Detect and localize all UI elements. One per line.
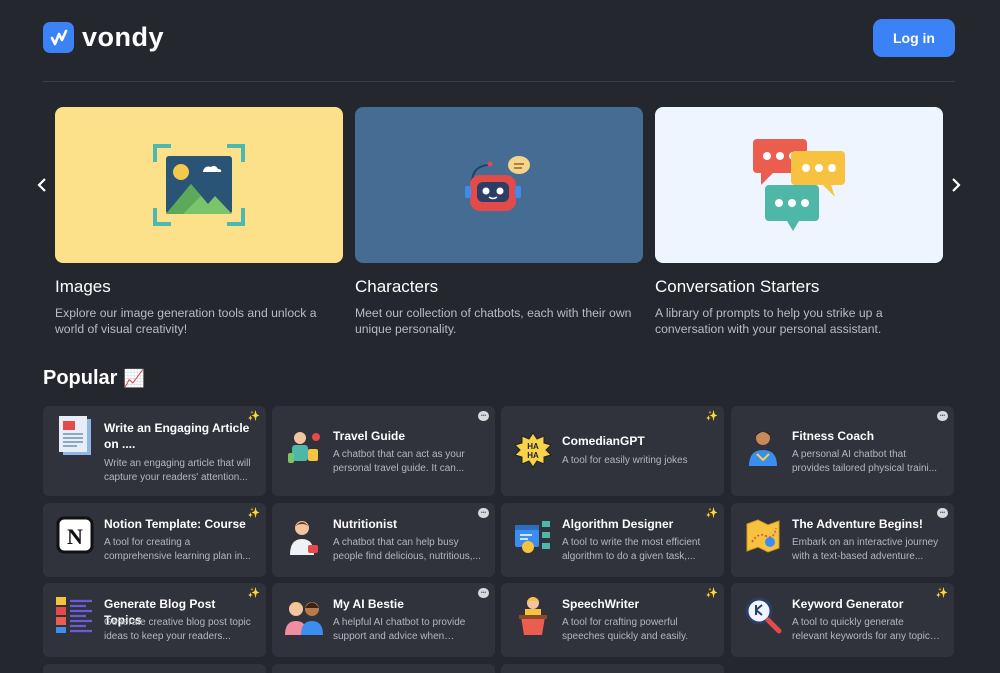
vondy-logo-icon [43,22,74,53]
category-card-characters[interactable]: Characters Meet our collection of chatbo… [355,107,643,337]
chart-increasing-icon: 📈 [123,368,145,388]
card-title: SpeechWriter [562,597,640,611]
card-title: Write an Engaging Article on .... [104,421,250,451]
header-divider [43,81,955,82]
sparkle-icon: ✨ [935,588,948,599]
category-description: A library of prompts to help you strike … [655,306,883,336]
category-description: Meet our collection of chatbots, each wi… [355,306,632,336]
tool-card[interactable]: Generate Blog Post Topics Generate creat… [43,583,266,657]
chat-bubble-icon: ••• [478,508,489,518]
vondy-logo[interactable]: vondy [43,22,164,53]
list-icon [55,595,95,635]
header: vondy Log in [43,18,955,60]
card-description: Write an engaging article that will capt… [104,458,251,483]
category-title: Images [55,277,111,296]
tool-card[interactable] [501,664,724,673]
card-description: A tool for easily writing jokes [562,455,688,466]
brand-name: vondy [82,22,165,52]
sparkle-icon: ✨ [705,508,718,519]
chat-bubble-icon: ••• [478,588,489,598]
notion-icon: N [55,515,95,555]
card-title: Nutritionist [333,517,397,531]
card-description: A tool for crafting powerful speeches qu… [562,617,688,642]
card-title: Algorithm Designer [562,517,674,531]
chat-bubble-icon: ••• [937,508,948,518]
category-description: Explore our image generation tools and u… [55,306,317,336]
keyword-search-icon [743,595,783,635]
tool-card[interactable]: Keyword Generator A tool to quickly gene… [731,583,954,657]
chat-bubble-icon: ••• [937,411,948,421]
sparkle-icon: ✨ [705,411,718,422]
chat-bubbles-icon [655,107,943,263]
algorithm-icon [513,517,553,557]
card-description: A chatbot that can act as your personal … [333,449,465,474]
tool-card[interactable]: Algorithm Designer A tool to write the m… [501,503,724,577]
card-description: Generate creative blog post topic ideas … [104,617,251,642]
card-description: A tool to quickly generate relevant keyw… [792,617,930,642]
card-description: A personal AI chatbot that provides tail… [792,449,938,474]
card-description: A helpful AI chatbot to provide support … [333,617,466,642]
map-icon [743,515,783,555]
chatbot-card[interactable]: The Adventure Begins! Embark on an inter… [731,503,954,577]
chatbot-card[interactable]: Travel Guide A chatbot that can act as y… [272,406,495,496]
card-title: Fitness Coach [792,429,875,443]
traveler-icon [284,427,324,467]
popular-title: Popular [43,367,118,389]
sparkle-icon: ✨ [247,411,260,422]
nutritionist-icon [284,517,324,557]
haha-icon: HA HA [513,430,553,470]
tool-card[interactable]: SpeechWriter A tool for crafting powerfu… [501,583,724,657]
tool-card[interactable] [272,664,495,673]
category-card-images[interactable]: Images Explore our image generation tool… [55,107,343,337]
tool-card[interactable]: N Notion Template: Course A tool for cre… [43,503,266,577]
svg-text:N: N [67,524,83,549]
category-title: Conversation Starters [655,277,820,296]
svg-text:HA: HA [527,451,539,460]
card-title: ComedianGPT [562,434,645,448]
svg-text:HA: HA [527,442,539,451]
popular-heading: Popular 📈 [43,367,145,390]
carousel-prev-icon[interactable] [32,175,52,195]
sparkle-icon: ✨ [705,588,718,599]
carousel-next-icon[interactable] [946,175,966,195]
chatbot-card[interactable]: My AI Bestie A helpful AI chatbot to pro… [272,583,495,657]
image-frame-icon [55,107,343,263]
sparkle-icon: ✨ [247,588,260,599]
chatbot-card[interactable]: Nutritionist A chatbot that can help bus… [272,503,495,577]
tool-card[interactable]: Write an Engaging Article on .... Write … [43,406,266,496]
tool-card[interactable] [43,664,266,673]
speaker-icon [513,595,553,635]
category-title: Characters [355,277,439,296]
friends-icon [284,597,324,637]
tool-card[interactable]: HA HA ComedianGPT A tool for easily writi… [501,406,724,496]
robot-icon [355,107,643,263]
login-button[interactable]: Log in [873,19,955,57]
card-description: A tool to write the most efficient algor… [562,537,701,562]
document-icon [55,416,95,456]
card-description: Embark on an interactive journey with a … [792,537,939,562]
chatbot-card[interactable]: Fitness Coach A personal AI chatbot that… [731,406,954,496]
card-title: Notion Template: Course [104,517,246,531]
card-title: Travel Guide [333,429,406,443]
card-title: The Adventure Begins! [792,517,923,531]
card-description: A tool for creating a comprehensive lear… [104,537,251,562]
card-title: My AI Bestie [333,597,404,611]
chat-bubble-icon: ••• [478,411,489,421]
card-description: A chatbot that can help busy people find… [333,537,481,562]
category-card-conversation-starters[interactable]: Conversation Starters A library of promp… [655,107,943,337]
sparkle-icon: ✨ [247,508,260,519]
card-title: Keyword Generator [792,597,904,611]
coach-icon [743,427,783,467]
